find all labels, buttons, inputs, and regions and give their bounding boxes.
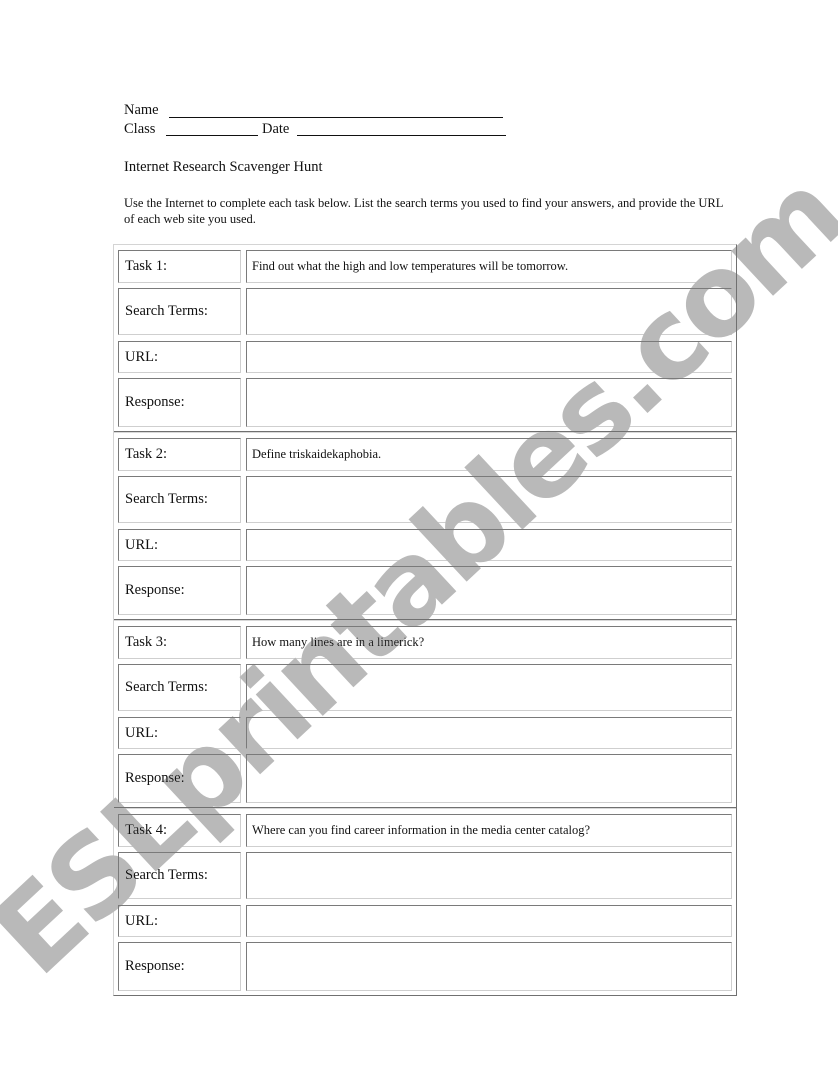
task-block-2: Task 2: Define triskaidekaphobia. Search…: [114, 433, 736, 621]
url-field[interactable]: [246, 905, 732, 937]
url-label: URL:: [118, 717, 241, 749]
response-label: Response:: [118, 942, 241, 991]
task-block-4: Task 4: Where can you find career inform…: [114, 809, 736, 997]
worksheet-page: Name Class Date Internet Research Scaven…: [0, 0, 838, 1086]
task-block-1: Task 1: Find out what the high and low t…: [114, 245, 736, 433]
url-field[interactable]: [246, 717, 732, 749]
name-field-row: Name: [124, 101, 159, 119]
response-field[interactable]: [246, 566, 732, 615]
response-label: Response:: [118, 378, 241, 427]
search-terms-label: Search Terms:: [118, 476, 241, 523]
search-terms-field[interactable]: [246, 476, 732, 523]
name-blank-line[interactable]: [169, 117, 503, 118]
date-field-row: Date: [262, 120, 289, 138]
task-label: Task 1:: [118, 250, 241, 283]
response-field[interactable]: [246, 378, 732, 427]
worksheet-title: Internet Research Scavenger Hunt: [124, 159, 323, 175]
name-label: Name: [124, 102, 159, 118]
search-terms-field[interactable]: [246, 288, 732, 335]
tasks-table: Task 1: Find out what the high and low t…: [113, 244, 737, 996]
task-prompt: How many lines are in a limerick?: [246, 626, 732, 659]
date-label: Date: [262, 121, 290, 137]
task-label: Task 4:: [118, 814, 241, 847]
url-field[interactable]: [246, 341, 732, 373]
task-block-3: Task 3: How many lines are in a limerick…: [114, 621, 736, 809]
class-field-row: Class: [124, 120, 155, 138]
search-terms-label: Search Terms:: [118, 852, 241, 899]
response-label: Response:: [118, 754, 241, 803]
task-label: Task 3:: [118, 626, 241, 659]
response-field[interactable]: [246, 754, 732, 803]
class-blank-line[interactable]: [166, 135, 258, 136]
task-label: Task 2:: [118, 438, 241, 471]
date-blank-line[interactable]: [297, 135, 506, 136]
url-label: URL:: [118, 529, 241, 561]
search-terms-label: Search Terms:: [118, 664, 241, 711]
task-prompt: Find out what the high and low temperatu…: [246, 250, 732, 283]
response-field[interactable]: [246, 942, 732, 991]
class-label: Class: [124, 121, 156, 137]
url-label: URL:: [118, 341, 241, 373]
url-field[interactable]: [246, 529, 732, 561]
instructions-text: Use the Internet to complete each task b…: [124, 196, 723, 226]
task-prompt: Where can you find career information in…: [246, 814, 732, 847]
url-label: URL:: [118, 905, 241, 937]
search-terms-label: Search Terms:: [118, 288, 241, 335]
response-label: Response:: [118, 566, 241, 615]
search-terms-field[interactable]: [246, 852, 732, 899]
search-terms-field[interactable]: [246, 664, 732, 711]
task-prompt: Define triskaidekaphobia.: [246, 438, 732, 471]
